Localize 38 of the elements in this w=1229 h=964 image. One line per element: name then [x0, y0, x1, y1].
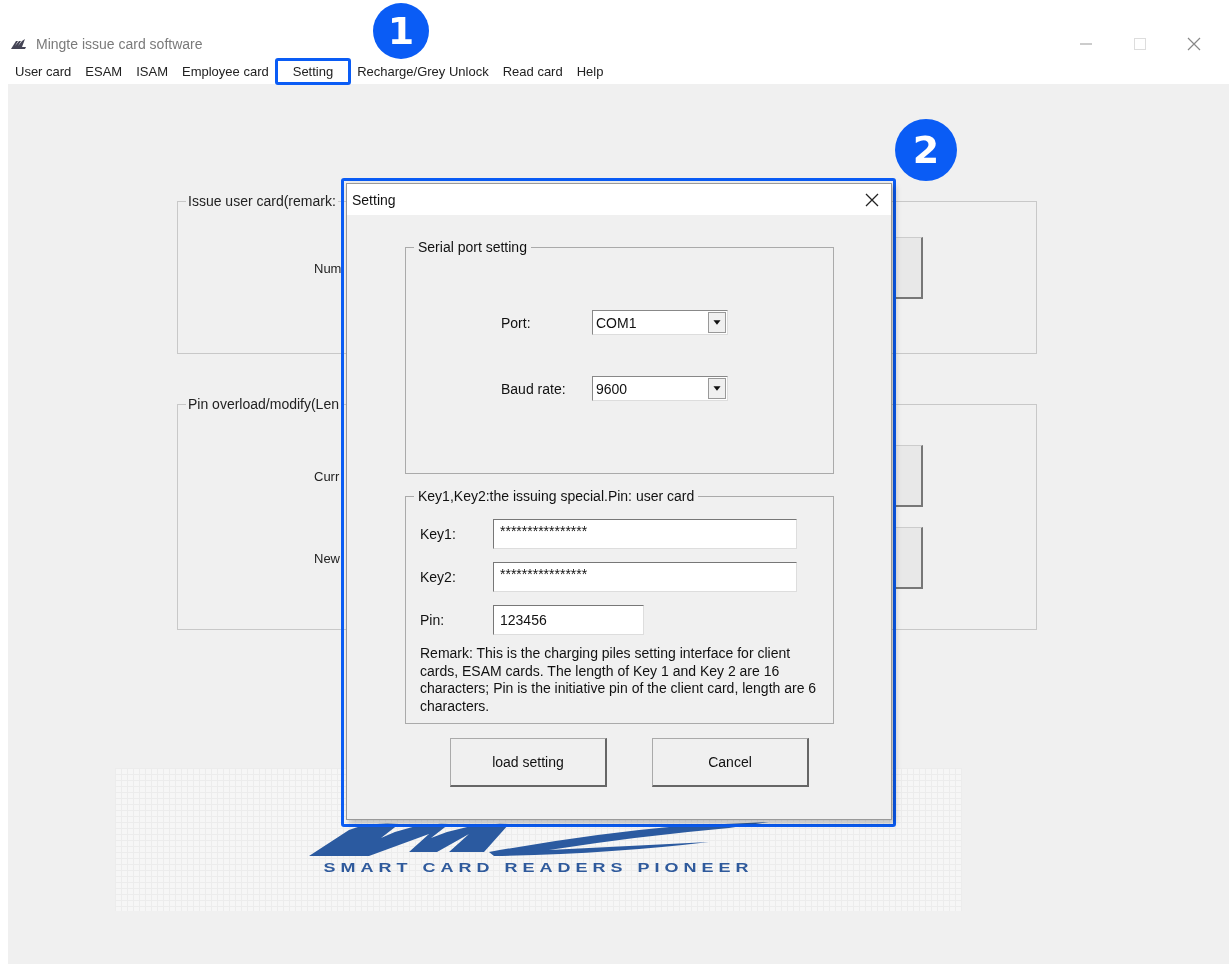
- button[interactable]: [895, 237, 923, 299]
- group-title: Issue user card(remark:: [186, 193, 338, 209]
- field-label: Baud rate:: [501, 380, 567, 397]
- field-label: Curr: [314, 468, 340, 484]
- button[interactable]: [895, 445, 923, 507]
- menu-item[interactable]: Setting: [274, 57, 352, 85]
- logo-tagline: SMART CARD READERS PIONEER: [323, 861, 754, 876]
- caret-icon: [708, 378, 726, 399]
- dialog-button[interactable]: Cancel: [652, 738, 809, 787]
- group-title: Key1,Key2:the issuing special.Pin: user card: [414, 488, 699, 504]
- menu-item[interactable]: User card: [7, 57, 80, 85]
- input-field[interactable]: ****************: [493, 562, 797, 592]
- menu-item[interactable]: Employee card: [174, 57, 277, 85]
- dialog-title: Setting: [352, 191, 396, 208]
- window-title: Mingte issue card software: [36, 36, 203, 52]
- menu-item[interactable]: Read card: [494, 57, 571, 85]
- dialog-button[interactable]: load setting: [450, 738, 607, 787]
- caret-icon: [708, 312, 726, 333]
- menu-item[interactable]: Recharge/Grey Unlock: [349, 57, 497, 85]
- field-label: Key2:: [420, 569, 457, 585]
- menu-item[interactable]: ESAM: [77, 57, 131, 85]
- field-label: Port:: [501, 314, 532, 331]
- dropdown[interactable]: COM1: [592, 310, 728, 335]
- step-badge: 1: [373, 3, 429, 59]
- group-title: Pin overload/modify(Len: [186, 396, 341, 412]
- input-field[interactable]: ****************: [493, 519, 797, 549]
- menu-item[interactable]: ISAM: [128, 57, 176, 85]
- field-label: Key1:: [420, 526, 457, 542]
- field-label: Pin:: [420, 612, 446, 628]
- remark-text: Remark: This is the charging piles setting interface for client cards, ESAM cards. The length of Key 1 and Key 2 are 16 characters; Pin is the initiative pin of the client card, length are 6 characters.: [420, 645, 818, 716]
- menu-item[interactable]: Help: [568, 57, 612, 85]
- field-label: New: [314, 550, 340, 566]
- input-field[interactable]: 123456: [493, 605, 644, 635]
- close-icon[interactable]: [865, 192, 879, 207]
- dropdown[interactable]: 9600: [592, 376, 728, 401]
- group-title: Serial port setting: [414, 239, 531, 255]
- field-label: Num: [314, 260, 342, 276]
- button[interactable]: [895, 527, 923, 589]
